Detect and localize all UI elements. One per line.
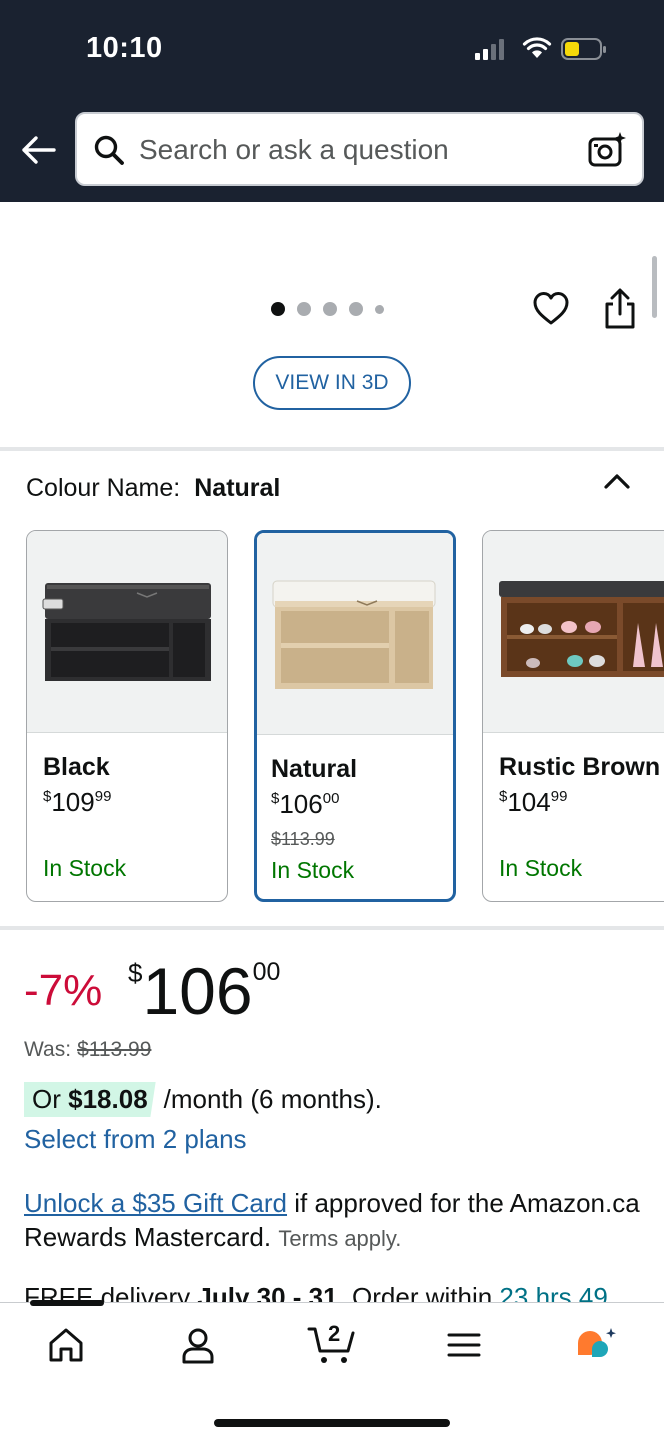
camera-search-icon[interactable] bbox=[587, 130, 627, 170]
colour-name-row: Colour Name: Natural bbox=[26, 474, 280, 503]
menu-icon[interactable] bbox=[444, 1325, 484, 1365]
rufus-assistant-icon[interactable] bbox=[576, 1325, 616, 1365]
cellular-signal-icon bbox=[475, 38, 504, 60]
colour-option-name: Black bbox=[43, 753, 110, 781]
monthly-payment-terms: /month (6 months). bbox=[163, 1084, 382, 1114]
product-thumbnail-black bbox=[27, 531, 227, 733]
stock-status: In Stock bbox=[43, 855, 127, 881]
wifi-icon bbox=[522, 37, 552, 58]
view-in-3d-button[interactable]: VIEW IN 3D bbox=[253, 356, 411, 410]
colour-option-was-price: $113.99 bbox=[271, 829, 335, 849]
colour-option-price: $10499 bbox=[499, 787, 568, 817]
select-plans-link[interactable]: Select from 2 plans bbox=[24, 1124, 247, 1155]
was-price-row: Was: $113.99 bbox=[24, 1038, 151, 1062]
wishlist-heart-icon[interactable] bbox=[532, 290, 570, 328]
share-icon[interactable] bbox=[602, 288, 638, 330]
cart-count: 2 bbox=[328, 1321, 341, 1346]
search-bar[interactable] bbox=[75, 112, 644, 186]
home-indicator[interactable] bbox=[214, 1419, 450, 1427]
colour-option-name: Rustic Brown bbox=[499, 753, 661, 781]
monthly-payment-row: Or $18.08 /month (6 months). bbox=[24, 1082, 382, 1117]
colour-option-rustic-brown[interactable]: Rustic Brown $10499 In Stock bbox=[482, 530, 664, 902]
cart-icon[interactable]: 2 bbox=[306, 1317, 358, 1369]
colour-label: Colour Name: bbox=[26, 474, 181, 502]
image-carousel-dots[interactable] bbox=[271, 302, 384, 316]
colour-option-price: $10999 bbox=[43, 787, 112, 817]
carousel-dot[interactable] bbox=[349, 302, 363, 316]
chevron-up-icon[interactable] bbox=[602, 468, 632, 494]
monthly-payment-highlight: Or $18.08 bbox=[24, 1082, 156, 1117]
stock-status: In Stock bbox=[499, 855, 583, 881]
carousel-dot[interactable] bbox=[271, 302, 285, 316]
carousel-dot[interactable] bbox=[297, 302, 311, 316]
terms-apply[interactable]: Terms apply. bbox=[278, 1226, 401, 1251]
stock-status: In Stock bbox=[271, 857, 355, 883]
gift-card-link[interactable]: Unlock a $35 Gift Card bbox=[24, 1188, 287, 1218]
section-divider bbox=[0, 447, 664, 451]
home-icon[interactable] bbox=[46, 1325, 86, 1365]
status-time: 10:10 bbox=[86, 32, 163, 64]
delivery-info: FREE delivery July 30 - 31. Order within… bbox=[24, 1282, 608, 1304]
colour-option-name: Natural bbox=[271, 755, 358, 783]
bottom-navigation: 2 bbox=[0, 1302, 664, 1440]
back-arrow-icon[interactable] bbox=[18, 130, 58, 170]
active-tab-indicator bbox=[30, 1300, 104, 1306]
colour-option-black[interactable]: Black $10999 In Stock bbox=[26, 530, 228, 902]
scrollbar[interactable] bbox=[652, 256, 657, 318]
search-icon bbox=[94, 135, 124, 165]
product-thumbnail-natural bbox=[257, 533, 453, 735]
carousel-dot[interactable] bbox=[323, 302, 337, 316]
account-icon[interactable] bbox=[178, 1325, 218, 1365]
battery-icon bbox=[561, 38, 606, 60]
carousel-dot[interactable] bbox=[375, 304, 384, 314]
colour-selected-value: Natural bbox=[194, 474, 281, 502]
gift-card-promo: Unlock a $35 Gift Card if approved for t… bbox=[24, 1186, 644, 1256]
product-thumbnail-rustic-brown bbox=[483, 531, 664, 733]
colour-option-price: $10600 bbox=[271, 789, 340, 819]
colour-option-natural[interactable]: Natural $10600 $113.99 In Stock bbox=[254, 530, 456, 902]
search-input[interactable] bbox=[139, 130, 569, 170]
was-label: Was: bbox=[24, 1038, 72, 1061]
was-price: $113.99 bbox=[77, 1038, 152, 1061]
discount-percent: -7% bbox=[24, 966, 103, 1015]
section-divider bbox=[0, 926, 664, 930]
header: 10:10 bbox=[0, 0, 664, 202]
current-price: $10600 bbox=[128, 954, 281, 1028]
